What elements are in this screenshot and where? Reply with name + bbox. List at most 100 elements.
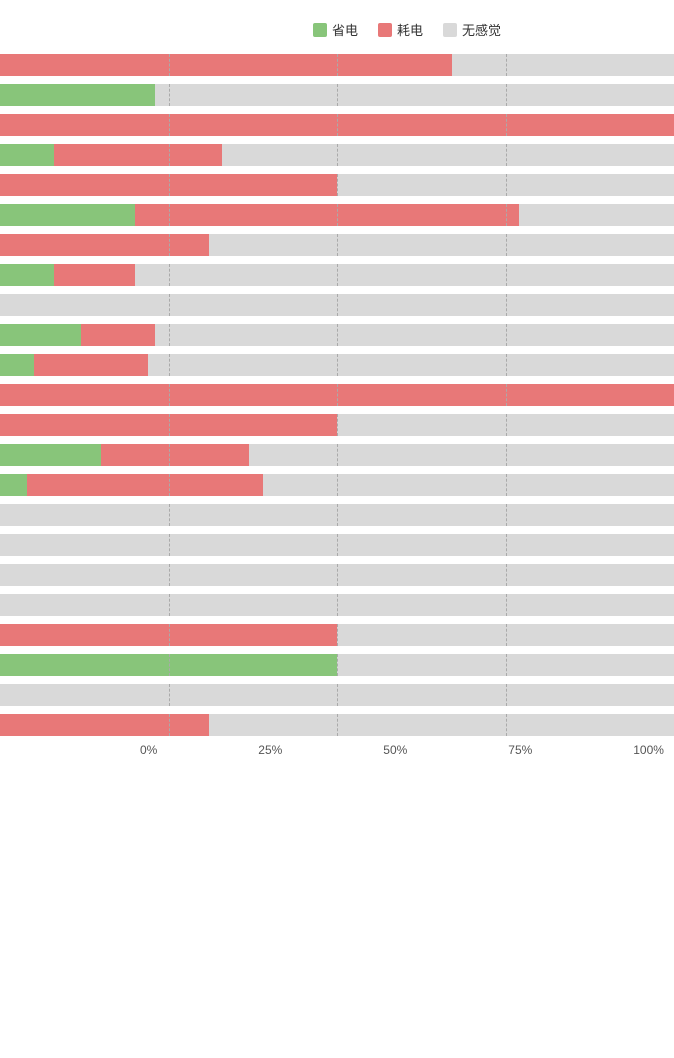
- bar-track: [0, 84, 674, 106]
- x-axis-label: 100%: [633, 743, 664, 757]
- bar-row: iPhone 8 Plus: [0, 531, 674, 559]
- gridline: [169, 84, 170, 106]
- gridline: [337, 594, 338, 616]
- bar-segment-red: [34, 354, 149, 376]
- gridline: [506, 84, 507, 106]
- gridline: [506, 174, 507, 196]
- bar-track: [0, 114, 674, 136]
- gridline: [337, 624, 338, 646]
- bar-segment-red: [135, 204, 519, 226]
- bar-segment-green: [0, 324, 81, 346]
- bar-track: [0, 174, 674, 196]
- bar-track: [0, 474, 674, 496]
- gridline: [337, 354, 338, 376]
- bar-row: iPhone 13 Pro: [0, 321, 674, 349]
- bar-row: iPhone 14 Plus: [0, 411, 674, 439]
- gridline: [337, 654, 338, 676]
- gridline: [337, 564, 338, 586]
- bar-row: iPhone 13 ProMax: [0, 351, 674, 379]
- x-axis: 0%25%50%75%100%: [140, 743, 664, 757]
- gridline: [337, 684, 338, 706]
- bar-segment-green: [0, 444, 101, 466]
- bar-row: iPhone 12 ProMax: [0, 231, 674, 259]
- bar-segment-green: [0, 84, 155, 106]
- bar-row: iPhone 11 Pro: [0, 81, 674, 109]
- legend-label: 无感觉: [462, 20, 501, 39]
- bar-segment-green: [0, 204, 135, 226]
- gridline: [337, 504, 338, 526]
- bar-track: [0, 654, 674, 676]
- gridline: [337, 84, 338, 106]
- bar-track: [0, 234, 674, 256]
- legend-color-swatch: [313, 23, 327, 37]
- gridline: [337, 444, 338, 466]
- bar-track: [0, 684, 674, 706]
- x-axis-label: 50%: [383, 743, 407, 757]
- x-axis-label: 75%: [508, 743, 532, 757]
- bar-row: iPhone 8: [0, 501, 674, 529]
- legend-label: 省电: [332, 20, 358, 39]
- gridline: [169, 534, 170, 556]
- gridline: [506, 534, 507, 556]
- gridline: [169, 684, 170, 706]
- gridline: [506, 414, 507, 436]
- bar-segment-red: [0, 114, 674, 136]
- gridline: [506, 594, 507, 616]
- bar-track: [0, 384, 674, 406]
- gridline: [169, 354, 170, 376]
- legend: 省电 耗电 无感觉: [140, 20, 674, 39]
- legend-label: 耗电: [397, 20, 423, 39]
- bar-segment-red: [81, 324, 155, 346]
- bar-row: iPhone 11: [0, 51, 674, 79]
- legend-color-swatch: [378, 23, 392, 37]
- bar-segment-red: [0, 384, 674, 406]
- bar-segment-green: [0, 144, 54, 166]
- gridline: [506, 624, 507, 646]
- bar-track: [0, 54, 674, 76]
- gridline: [506, 684, 507, 706]
- gridline: [337, 474, 338, 496]
- gridline: [337, 234, 338, 256]
- bar-row: iPhone 14: [0, 381, 674, 409]
- bar-segment-red: [54, 144, 223, 166]
- bar-segment-red: [0, 174, 337, 196]
- gridline: [506, 144, 507, 166]
- gridline: [337, 534, 338, 556]
- gridline: [337, 174, 338, 196]
- bar-track: [0, 294, 674, 316]
- bar-segment-red: [0, 54, 452, 76]
- bar-row: iPhone 13: [0, 261, 674, 289]
- bar-row: iPhone 14 Pro: [0, 441, 674, 469]
- gridline: [169, 594, 170, 616]
- gridline: [506, 294, 507, 316]
- bar-row: iPhone 13 mini: [0, 291, 674, 319]
- bar-row: iPhone SE 第3代: [0, 591, 674, 619]
- gridline: [169, 324, 170, 346]
- gridline: [506, 324, 507, 346]
- gridline: [337, 294, 338, 316]
- bars-wrapper: iPhone 11iPhone 11 ProiPhone 11 ProMaxiP…: [0, 51, 674, 739]
- bar-row: iPhone 14 ProMax: [0, 471, 674, 499]
- gridline: [337, 714, 338, 736]
- bar-track: [0, 714, 674, 736]
- bar-segment-red: [101, 444, 249, 466]
- gridline: [169, 294, 170, 316]
- bar-track: [0, 564, 674, 586]
- bar-segment-red: [0, 234, 209, 256]
- bar-row: iPhone 12: [0, 141, 674, 169]
- legend-item: 无感觉: [443, 20, 501, 39]
- bar-track: [0, 534, 674, 556]
- bar-segment-red: [27, 474, 263, 496]
- x-axis-label: 25%: [258, 743, 282, 757]
- gridline: [337, 414, 338, 436]
- chart-container: 省电 耗电 无感觉 iPhone 11iPhone 11 ProiPhone 11 …: [0, 10, 674, 787]
- bar-track: [0, 504, 674, 526]
- bar-segment-green: [0, 654, 337, 676]
- bar-row: iPhone 12 mini: [0, 171, 674, 199]
- bar-row: iPhone X: [0, 621, 674, 649]
- bar-track: [0, 624, 674, 646]
- gridline: [506, 474, 507, 496]
- gridline: [169, 504, 170, 526]
- gridline: [337, 324, 338, 346]
- gridline: [169, 264, 170, 286]
